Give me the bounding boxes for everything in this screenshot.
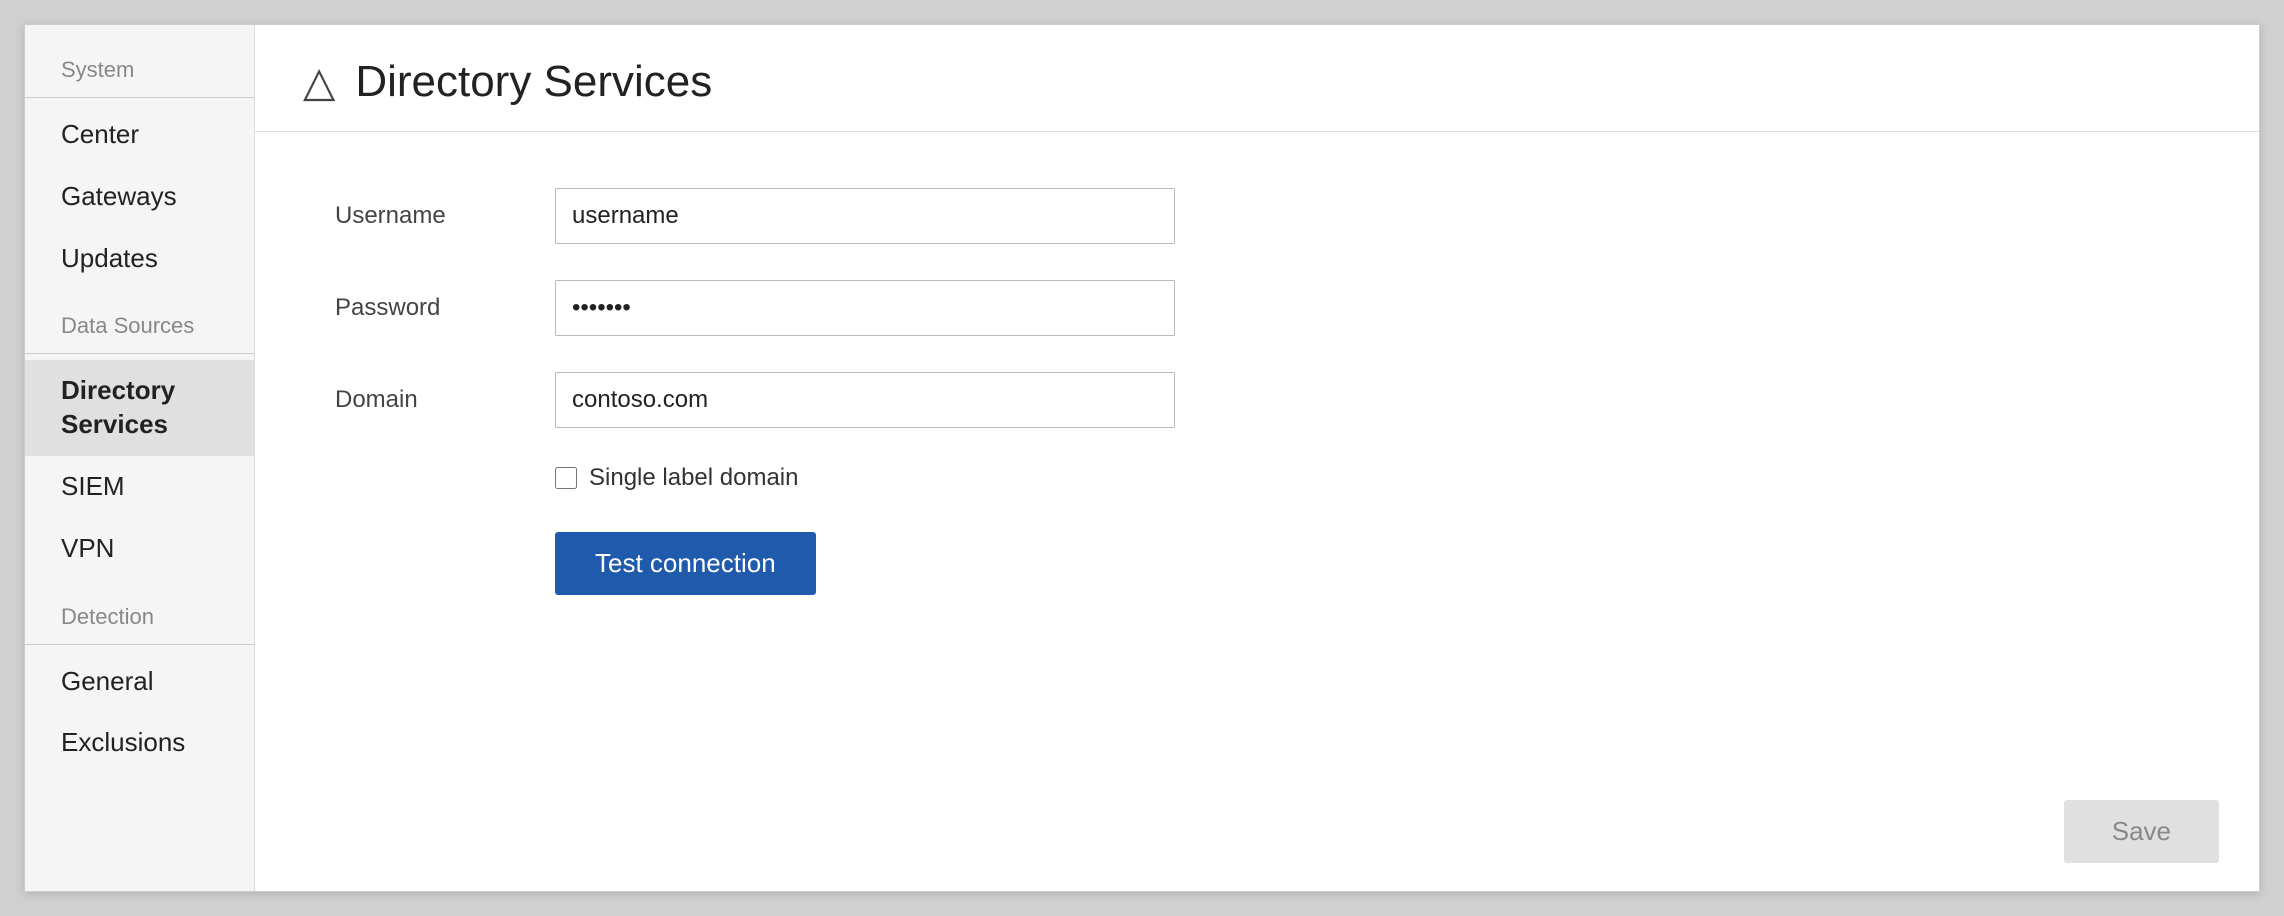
page-title: Directory Services xyxy=(355,57,712,107)
domain-label: Domain xyxy=(335,386,555,414)
sidebar-item-updates[interactable]: Updates xyxy=(25,228,254,290)
sidebar-item-gateways[interactable]: Gateways xyxy=(25,166,254,228)
form-area: Username Password Domain Single label do… xyxy=(255,132,2259,891)
single-label-domain-row: Single label domain xyxy=(555,464,2179,492)
domain-input[interactable] xyxy=(555,372,1175,428)
username-row: Username xyxy=(335,188,2179,244)
save-button[interactable]: Save xyxy=(2064,800,2219,863)
system-section-label: System xyxy=(25,49,254,91)
datasources-section-label: Data Sources xyxy=(25,305,254,347)
main-content: △ Directory Services Username Password D… xyxy=(255,25,2259,891)
sidebar-item-vpn[interactable]: VPN xyxy=(25,518,254,580)
detection-section-label: Detection xyxy=(25,596,254,638)
domain-row: Domain xyxy=(335,372,2179,428)
password-input[interactable] xyxy=(555,280,1175,336)
sidebar-item-exclusions[interactable]: Exclusions xyxy=(25,712,254,774)
sidebar-item-general[interactable]: General xyxy=(25,651,254,713)
password-label: Password xyxy=(335,294,555,322)
single-label-domain-checkbox[interactable] xyxy=(555,467,577,489)
page-header: △ Directory Services xyxy=(255,25,2259,132)
username-input[interactable] xyxy=(555,188,1175,244)
sidebar-item-siem[interactable]: SIEM xyxy=(25,456,254,518)
test-connection-button[interactable]: Test connection xyxy=(555,532,816,595)
password-row: Password xyxy=(335,280,2179,336)
warning-icon: △ xyxy=(303,61,335,103)
sidebar: System Center Gateways Updates Data Sour… xyxy=(25,25,255,891)
username-label: Username xyxy=(335,202,555,230)
single-label-domain-label: Single label domain xyxy=(589,464,798,492)
sidebar-item-directory-services[interactable]: Directory Services xyxy=(25,360,254,456)
sidebar-item-center[interactable]: Center xyxy=(25,104,254,166)
